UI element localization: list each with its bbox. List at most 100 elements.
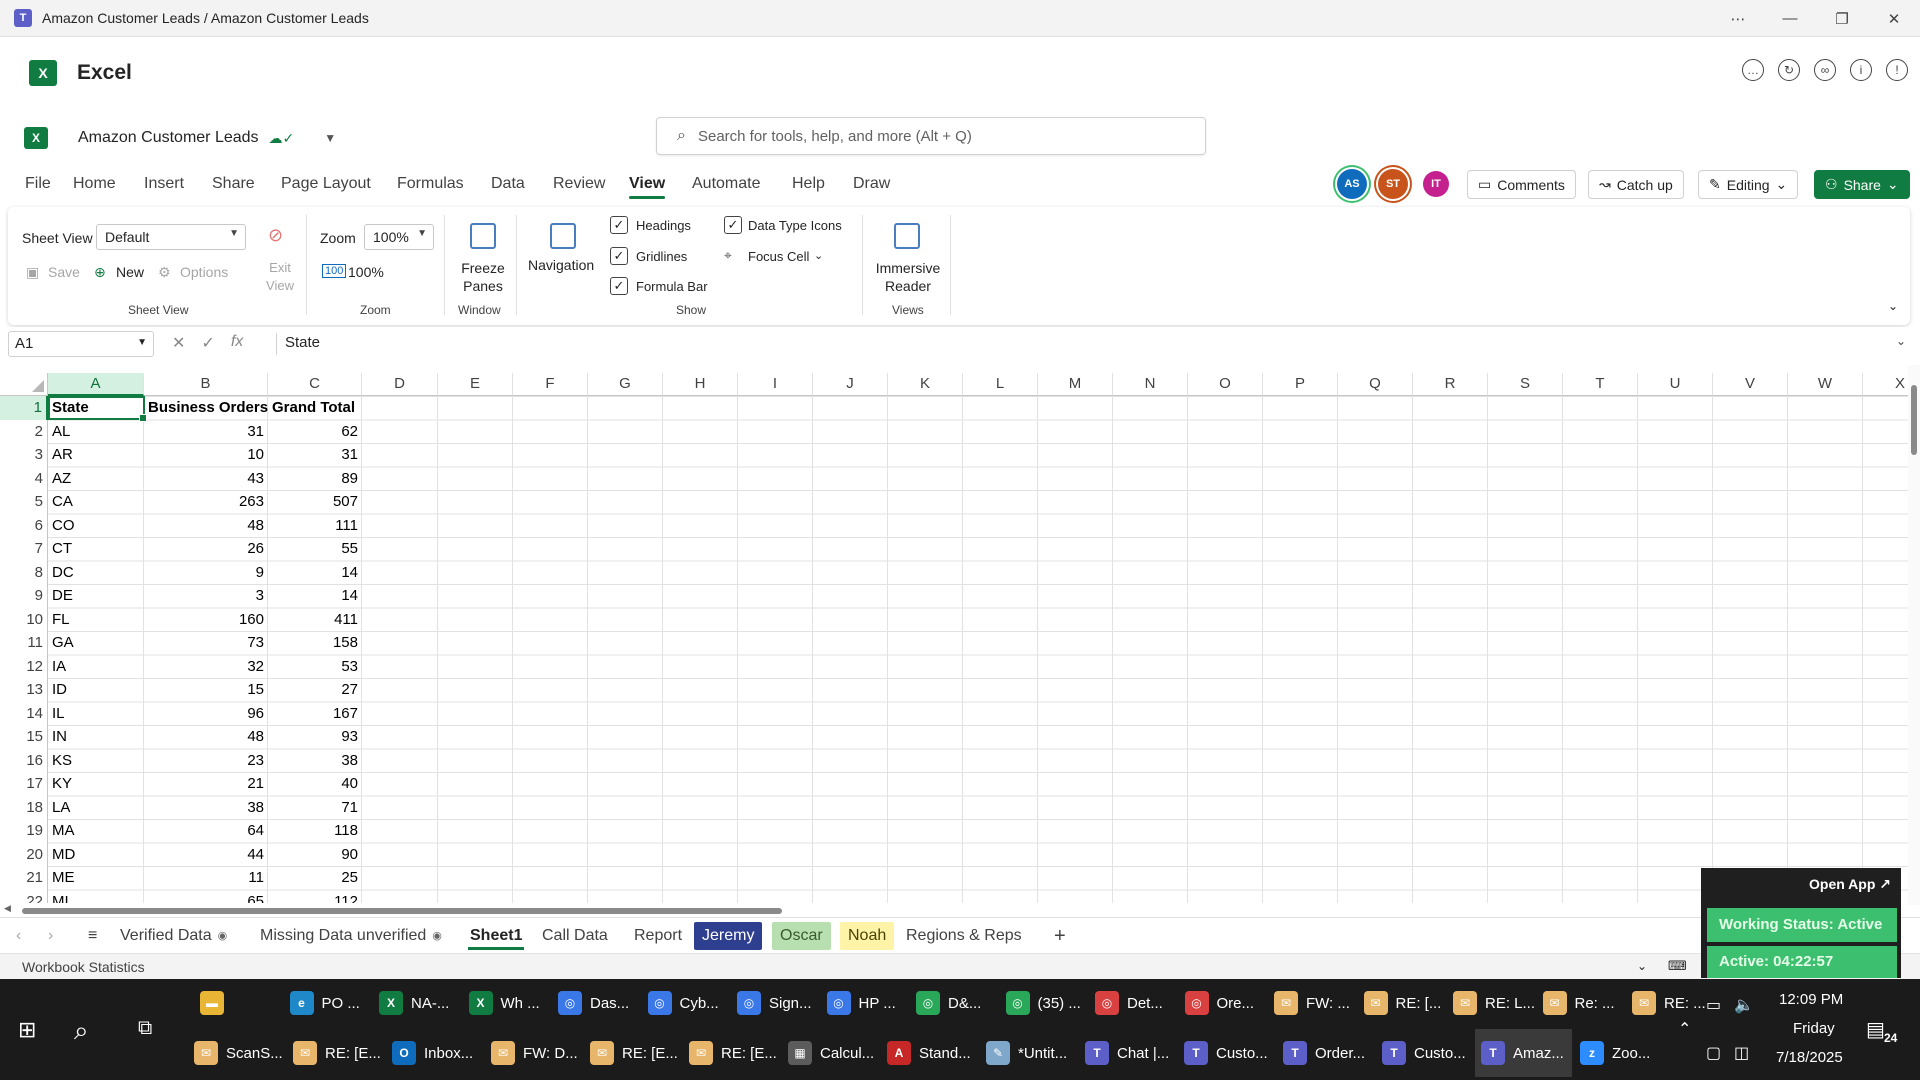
- row-header[interactable]: 2: [0, 419, 48, 443]
- taskbar-app-button[interactable]: e PO ...: [284, 979, 372, 1027]
- headings-checkbox[interactable]: ✓: [610, 216, 628, 234]
- table-cell[interactable]: 48: [144, 514, 268, 538]
- row-header[interactable]: 22: [0, 889, 48, 903]
- sheet-tab[interactable]: Missing Data unverified ◉: [252, 922, 450, 950]
- row-header[interactable]: 14: [0, 701, 48, 725]
- column-header[interactable]: F: [513, 373, 588, 396]
- clock-date[interactable]: 7/18/2025: [1776, 1049, 1843, 1066]
- table-cell[interactable]: 160: [144, 608, 268, 632]
- table-cell[interactable]: 38: [268, 749, 362, 773]
- immersive-reader-button[interactable]: Immersive Reader: [870, 259, 946, 295]
- tab-review[interactable]: Review: [553, 175, 605, 193]
- table-cell[interactable]: 71: [268, 796, 362, 820]
- cancel-icon[interactable]: ✕: [172, 333, 185, 353]
- chevron-down-icon[interactable]: ⌄: [1637, 959, 1647, 973]
- table-cell[interactable]: 21: [144, 772, 268, 796]
- taskbar-app-button[interactable]: ✉ Re: ...: [1537, 979, 1625, 1027]
- horizontal-scrollbar[interactable]: ◀: [0, 903, 1700, 917]
- select-all-corner[interactable]: [0, 373, 48, 396]
- table-cell[interactable]: 11: [144, 866, 268, 890]
- taskbar-app-button[interactable]: ◎ Sign...: [731, 979, 819, 1027]
- table-cell[interactable]: IN: [48, 725, 144, 749]
- taskbar-app-button[interactable]: ✉ RE: [...: [1358, 979, 1446, 1027]
- table-cell[interactable]: MA: [48, 819, 144, 843]
- focus-cell-button[interactable]: Focus Cell: [748, 249, 809, 264]
- taskbar-app-button[interactable]: X Wh ...: [463, 979, 551, 1027]
- minimize-icon[interactable]: —: [1764, 0, 1816, 37]
- table-cell[interactable]: LA: [48, 796, 144, 820]
- column-header[interactable]: A: [48, 373, 144, 396]
- table-cell[interactable]: 43: [144, 467, 268, 491]
- clock-time[interactable]: 12:09 PM: [1779, 991, 1843, 1008]
- close-icon[interactable]: ✕: [1868, 0, 1920, 37]
- column-header[interactable]: J: [813, 373, 888, 396]
- freeze-panes-button[interactable]: Freeze Panes: [456, 259, 510, 295]
- row-header[interactable]: 16: [0, 748, 48, 772]
- column-header[interactable]: R: [1413, 373, 1488, 396]
- shield-icon[interactable]: !: [1886, 59, 1908, 81]
- row-header[interactable]: 20: [0, 842, 48, 866]
- row-header[interactable]: 6: [0, 513, 48, 537]
- table-cell[interactable]: 10: [144, 443, 268, 467]
- column-header[interactable]: X: [1863, 373, 1908, 396]
- tab-help[interactable]: Help: [792, 175, 825, 193]
- column-header[interactable]: U: [1638, 373, 1713, 396]
- column-header[interactable]: B: [144, 373, 268, 396]
- table-cell[interactable]: 44: [144, 843, 268, 867]
- search-box[interactable]: ⌕ Search for tools, help, and more (Alt …: [656, 117, 1206, 155]
- sheet-tab[interactable]: Report: [626, 922, 690, 950]
- taskbar-app-button[interactable]: X NA-...: [373, 979, 461, 1027]
- table-cell[interactable]: CO: [48, 514, 144, 538]
- table-cell[interactable]: 507: [268, 490, 362, 514]
- table-cell[interactable]: CA: [48, 490, 144, 514]
- table-cell[interactable]: MD: [48, 843, 144, 867]
- table-cell[interactable]: 55: [268, 537, 362, 561]
- table-cell[interactable]: 48: [144, 725, 268, 749]
- column-header[interactable]: M: [1038, 373, 1113, 396]
- clock-day[interactable]: Friday: [1793, 1020, 1835, 1037]
- taskbar-app-button[interactable]: ◎ (35) ...: [1000, 979, 1088, 1027]
- table-cell[interactable]: 112: [268, 890, 362, 904]
- table-cell[interactable]: 96: [144, 702, 268, 726]
- table-cell[interactable]: 111: [268, 514, 362, 538]
- table-cell[interactable]: KY: [48, 772, 144, 796]
- taskbar-app-button[interactable]: ✉ RE: [E...: [287, 1029, 384, 1077]
- sheet-view-dropdown[interactable]: Default ▼: [96, 224, 246, 250]
- row-header[interactable]: 18: [0, 795, 48, 819]
- row-header[interactable]: 11: [0, 631, 48, 655]
- table-cell[interactable]: IL: [48, 702, 144, 726]
- taskbar-app-button[interactable]: ✉ RE: [E...: [584, 1029, 681, 1077]
- table-cell[interactable]: 38: [144, 796, 268, 820]
- chevron-up-icon[interactable]: ⌃: [1678, 1019, 1691, 1039]
- row-header[interactable]: 10: [0, 607, 48, 631]
- row-header[interactable]: 17: [0, 772, 48, 796]
- save-view-button[interactable]: Save: [48, 264, 80, 280]
- taskbar-app-button[interactable]: T Amaz...: [1475, 1029, 1572, 1077]
- battery-icon[interactable]: ▭: [1706, 995, 1721, 1015]
- taskbar-app-button[interactable]: ✉ ScanS...: [188, 1029, 285, 1077]
- row-header[interactable]: 15: [0, 725, 48, 749]
- fx-icon[interactable]: fx: [231, 333, 243, 353]
- taskbar-app-button[interactable]: ◎ Cyb...: [642, 979, 730, 1027]
- more-options-icon[interactable]: ⋯: [1712, 0, 1764, 37]
- taskbar-app-button[interactable]: O Inbox...: [386, 1029, 483, 1077]
- restore-icon[interactable]: ❐: [1816, 0, 1868, 37]
- column-header[interactable]: D: [362, 373, 438, 396]
- tab-home[interactable]: Home: [73, 175, 116, 193]
- column-header[interactable]: G: [588, 373, 663, 396]
- prev-sheet-icon[interactable]: ‹: [8, 922, 29, 950]
- windows-start-icon[interactable]: ⊞: [18, 1017, 36, 1043]
- taskbar-app-button[interactable]: z Zoo...: [1574, 1029, 1671, 1077]
- table-cell[interactable]: MI: [48, 890, 144, 904]
- volume-icon[interactable]: 🔈: [1734, 995, 1754, 1015]
- taskbar-app-button[interactable]: T Custo...: [1376, 1029, 1473, 1077]
- column-header[interactable]: P: [1263, 373, 1338, 396]
- name-box[interactable]: A1 ▼: [8, 331, 154, 357]
- next-sheet-icon[interactable]: ›: [40, 922, 61, 950]
- sheet-tab[interactable]: Oscar: [772, 922, 831, 950]
- row-header[interactable]: 13: [0, 678, 48, 702]
- display-icon[interactable]: ◫: [1734, 1043, 1749, 1063]
- open-app-button[interactable]: Open App ↗: [1809, 876, 1891, 893]
- table-cell[interactable]: 64: [144, 819, 268, 843]
- chevron-down-icon[interactable]: ⌄: [814, 249, 823, 262]
